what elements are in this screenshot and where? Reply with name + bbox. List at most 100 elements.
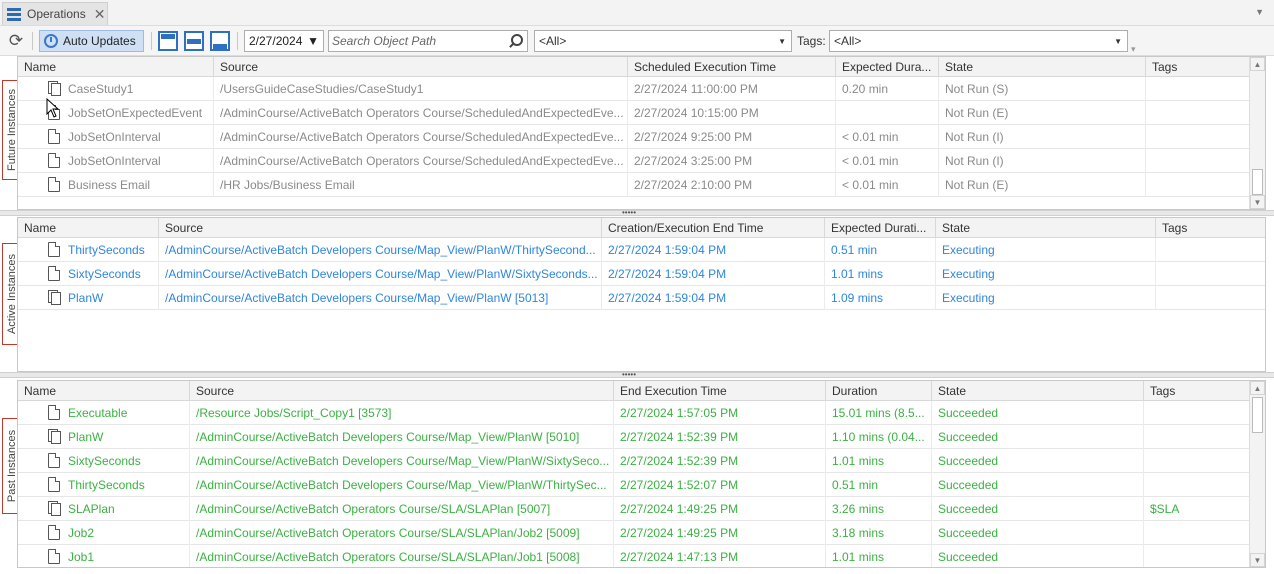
layout-top-button[interactable] [158,30,178,52]
column-header-duration[interactable]: Duration [826,381,932,401]
cell-name: SixtySeconds [18,449,190,473]
cell-time: 2/27/2024 3:25:00 PM [628,149,836,173]
search-input[interactable] [332,34,508,48]
date-picker[interactable]: 2/27/2024 ▼ [244,30,324,52]
cell-source: /UsersGuideCaseStudies/CaseStudy1 [214,77,628,101]
column-header-tags[interactable]: Tags [1156,218,1265,238]
future-instances-pane: Future Instances Name Source Scheduled E… [0,56,1274,210]
table-row[interactable]: Job1/AdminCourse/ActiveBatch Operators C… [18,545,1265,567]
layout-middle-icon [184,31,204,51]
table-row[interactable]: SixtySeconds/AdminCourse/ActiveBatch Dev… [18,449,1265,473]
job-icon [48,549,60,564]
table-row[interactable]: Job2/AdminCourse/ActiveBatch Operators C… [18,521,1265,545]
table-row[interactable]: SixtySeconds/AdminCourse/ActiveBatch Dev… [18,262,1265,286]
scroll-up-icon[interactable]: ▲ [1250,57,1265,71]
vertical-scrollbar[interactable]: ▲ ▼ [1249,57,1265,209]
plan-icon [48,290,61,305]
job-icon [48,242,60,257]
table-row[interactable]: Executable/Resource Jobs/Script_Copy1 [3… [18,401,1265,425]
cell-source: /AdminCourse/ActiveBatch Developers Cour… [190,425,614,449]
job-icon [48,129,60,144]
column-header-duration[interactable]: Expected Durati... [825,218,936,238]
column-header-state[interactable]: State [932,381,1144,401]
column-header-time[interactable]: Creation/Execution End Time [602,218,825,238]
cell-time: 2/27/2024 1:47:13 PM [614,545,826,567]
table-row[interactable]: ThirtySeconds/AdminCourse/ActiveBatch De… [18,238,1265,262]
table-row[interactable]: JobSetOnInterval/AdminCourse/ActiveBatch… [18,125,1265,149]
splitter-grip-icon[interactable]: ••••• [622,371,636,379]
plan-icon [48,501,61,516]
cell-tags [1156,286,1265,310]
table-row[interactable]: CaseStudy1/UsersGuideCaseStudies/CaseStu… [18,77,1265,101]
table-row[interactable]: PlanW/AdminCourse/ActiveBatch Developers… [18,286,1265,310]
column-header-name[interactable]: Name [18,381,190,401]
auto-updates-button[interactable]: Auto Updates [39,30,144,52]
pane-splitter[interactable]: ••••• [0,371,1274,379]
scroll-down-icon[interactable]: ▼ [1250,553,1265,567]
scroll-down-icon[interactable]: ▼ [1250,195,1265,209]
grid-header: Name Source End Execution Time Duration … [18,381,1265,401]
cell-time: 2/27/2024 1:59:04 PM [602,238,825,262]
vertical-scrollbar[interactable]: ▲ ▼ [1249,381,1265,567]
column-header-source[interactable]: Source [214,57,628,77]
table-row[interactable]: ThirtySeconds/AdminCourse/ActiveBatch De… [18,473,1265,497]
toolbar-separator [32,32,33,50]
tags-label: Tags: [797,34,826,48]
pane-splitter[interactable]: ••••• [0,209,1274,217]
tags-select[interactable]: <All> ▼ [829,30,1128,52]
cell-source: /AdminCourse/ActiveBatch Developers Cour… [190,473,614,497]
column-header-name[interactable]: Name [18,57,214,77]
column-header-state[interactable]: State [936,218,1156,238]
column-header-time[interactable]: End Execution Time [614,381,826,401]
cell-time: 2/27/2024 1:49:25 PM [614,497,826,521]
close-icon[interactable]: ✕ [94,6,106,23]
cell-tags [1144,425,1250,449]
column-header-name[interactable]: Name [18,218,159,238]
active-instances-pane: Active Instances Name Source Creation/Ex… [0,217,1274,372]
cell-time: 2/27/2024 1:52:39 PM [614,425,826,449]
column-header-tags[interactable]: Tags [1144,381,1250,401]
scroll-up-icon[interactable]: ▲ [1250,381,1265,395]
cell-source: /AdminCourse/ActiveBatch Operators Cours… [214,125,628,149]
table-row[interactable]: PlanW/AdminCourse/ActiveBatch Developers… [18,425,1265,449]
table-row[interactable]: SLAPlan/AdminCourse/ActiveBatch Operator… [18,497,1265,521]
cell-tags [1144,449,1250,473]
cell-tags: $SLA [1144,497,1250,521]
cell-source: /AdminCourse/ActiveBatch Developers Cour… [159,286,602,310]
column-header-source[interactable]: Source [159,218,602,238]
layout-top-icon [158,31,178,51]
column-header-state[interactable]: State [939,57,1146,77]
table-row[interactable]: JobSetOnInterval/AdminCourse/ActiveBatch… [18,149,1265,173]
search-box[interactable] [328,30,528,52]
cell-time: 2/27/2024 1:57:05 PM [614,401,826,425]
job-icon [48,453,60,468]
column-header-duration[interactable]: Expected Dura... [836,57,939,77]
job-icon [48,405,60,420]
job-icon [48,477,60,492]
date-value: 2/27/2024 [249,34,303,48]
table-row[interactable]: JobSetOnExpectedEvent/AdminCourse/Active… [18,101,1265,125]
column-header-source[interactable]: Source [190,381,614,401]
filter-select[interactable]: <All> ▼ [534,30,792,52]
layout-bottom-button[interactable] [210,30,230,52]
column-header-tags[interactable]: Tags [1146,57,1250,77]
column-header-time[interactable]: Scheduled Execution Time [628,57,836,77]
job-icon [48,525,60,540]
cell-tags [1144,473,1250,497]
grid-header: Name Source Creation/Execution End Time … [18,218,1265,238]
refresh-button[interactable]: ⟳ [6,30,26,52]
active-instances-grid: Name Source Creation/Execution End Time … [17,217,1266,372]
tab-operations[interactable]: Operations ✕ [2,2,108,25]
layout-middle-button[interactable] [184,30,204,52]
cell-state: Succeeded [932,401,1144,425]
cell-tags [1146,173,1250,197]
cell-state: Succeeded [932,521,1144,545]
scroll-thumb[interactable] [1252,397,1263,433]
table-row[interactable]: Business Email/HR Jobs/Business Email 2/2… [18,173,1265,197]
tab-menu-chevron-icon[interactable]: ▼ [1255,7,1264,17]
scroll-thumb[interactable] [1252,169,1263,195]
search-icon[interactable] [508,34,523,48]
cell-source: /Resource Jobs/Script_Copy1 [3573] [190,401,614,425]
refresh-icon: ⟳ [8,31,24,50]
splitter-grip-icon[interactable]: ••••• [622,209,636,217]
